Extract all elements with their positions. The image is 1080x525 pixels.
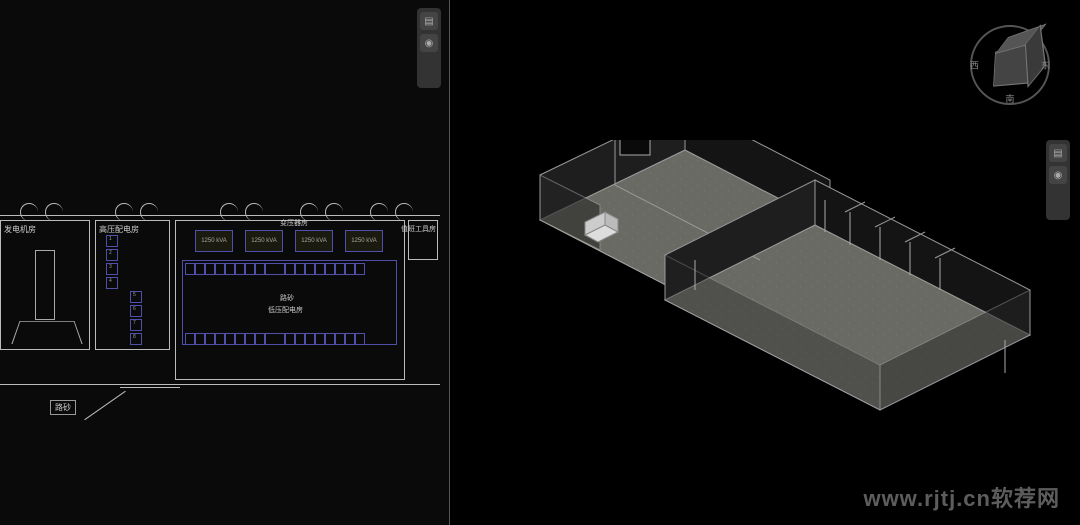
- compass-west-label: 西: [970, 59, 979, 72]
- door-icon: [45, 203, 63, 221]
- nav-button[interactable]: ▤: [1049, 144, 1067, 162]
- room-label: 高压配电房: [99, 224, 139, 235]
- lv-units-top: [185, 263, 365, 275]
- view-cube[interactable]: 南 东 西: [970, 25, 1050, 105]
- room-tool: 值班工具房: [408, 220, 438, 260]
- door-icon: [395, 203, 413, 221]
- floor-plan: 发电机房 高压配电房 1 2 3 4 5 6 7 8 变压器房 1250 kVA…: [0, 155, 440, 405]
- trench-label: 路砂: [280, 293, 294, 303]
- transformer: 1250 kVA: [245, 230, 283, 252]
- transformer: 1250 kVA: [345, 230, 383, 252]
- door-icon: [370, 203, 388, 221]
- watermark-text: www.rjtj.cn软荐网: [863, 481, 1060, 513]
- viewport-2d-plan[interactable]: ▤ ◉ 发电机房 高压配电房 1 2 3 4 5 6 7 8 变压器房: [0, 0, 450, 525]
- iso-building-svg: [510, 140, 1050, 460]
- compass-south-label: 南: [1005, 92, 1014, 105]
- lv-units-bottom: [185, 333, 365, 345]
- hv-cabinet: 7: [130, 319, 142, 331]
- nav-button[interactable]: ◉: [1049, 166, 1067, 184]
- transformer: 1250 kVA: [295, 230, 333, 252]
- hv-cabinet: 6: [130, 305, 142, 317]
- nav-button[interactable]: ▤: [420, 12, 438, 30]
- door-icon: [325, 203, 343, 221]
- generator-equipment: [35, 250, 55, 320]
- hv-cabinet: 5: [130, 291, 142, 303]
- door-icon: [115, 203, 133, 221]
- nav-button[interactable]: ◉: [420, 34, 438, 52]
- compass-east-label: 东: [1041, 59, 1050, 72]
- door-icon: [140, 203, 158, 221]
- hv-cabinet: 8: [130, 333, 142, 345]
- door-icon: [220, 203, 238, 221]
- hv-cabinet: 1: [106, 235, 118, 247]
- door-icon: [300, 203, 318, 221]
- room-label: 发电机房: [4, 224, 36, 235]
- iso-model[interactable]: [510, 140, 1050, 440]
- door-icon: [20, 203, 38, 221]
- hv-cabinet: 2: [106, 249, 118, 261]
- cable-trench-label: 路砂: [50, 400, 76, 415]
- nav-bar-left: ▤ ◉: [417, 8, 441, 88]
- room-label: 低压配电房: [268, 305, 303, 315]
- door-icon: [245, 203, 263, 221]
- hv-cabinet: 3: [106, 263, 118, 275]
- room-label: 值班工具房: [401, 224, 436, 234]
- hv-cabinet: 4: [106, 277, 118, 289]
- transformer: 1250 kVA: [195, 230, 233, 252]
- viewport-3d-iso[interactable]: 南 东 西 ▤ ◉: [450, 0, 1080, 525]
